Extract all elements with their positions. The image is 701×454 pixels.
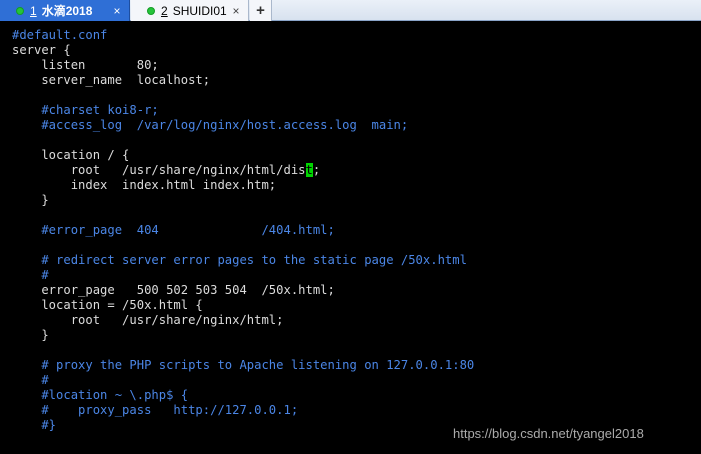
terminal-line: listen 80;: [12, 58, 701, 73]
tab-number: 1: [30, 3, 37, 18]
close-icon[interactable]: ×: [228, 4, 244, 18]
terminal-line: server {: [12, 43, 701, 58]
terminal-line-text: }: [12, 328, 49, 342]
terminal-line-text: # proxy the PHP scripts to Apache listen…: [12, 358, 475, 372]
terminal-line-text: server {: [12, 43, 71, 57]
terminal-line: location = /50x.html {: [12, 298, 701, 313]
terminal-line-text: #access_log /var/log/nginx/host.access.l…: [12, 118, 409, 132]
terminal-line-text: server_name localhost;: [12, 73, 211, 87]
terminal-line-text: location / {: [12, 148, 130, 162]
terminal-line-text: #location ~ \.php$ {: [12, 388, 189, 402]
connected-status-icon: [16, 6, 24, 15]
tab-bar: 1 水滴2018 × 2 SHUIDI01 × +: [0, 0, 701, 21]
terminal-line-text: index index.html index.htm;: [12, 178, 277, 192]
terminal-line: # proxy the PHP scripts to Apache listen…: [12, 358, 701, 373]
terminal-line: #charset koi8-r;: [12, 103, 701, 118]
tab-title: 水滴2018: [41, 4, 93, 18]
terminal-line-text: }: [12, 193, 49, 207]
terminal-line-text: root /usr/share/nginx/html;: [12, 313, 284, 327]
terminal-line-text: #: [12, 373, 49, 387]
terminal-line-text: location = /50x.html {: [12, 298, 203, 312]
tab-shuidi01[interactable]: 2 SHUIDI01 ×: [131, 0, 249, 21]
terminal-line: location / {: [12, 148, 701, 163]
terminal-line: error_page 500 502 503 504 /50x.html;: [12, 283, 701, 298]
terminal-output[interactable]: #default.conf server { listen 80; server_…: [0, 22, 701, 454]
terminal-line: }: [12, 328, 701, 343]
terminal-line: server_name localhost;: [12, 73, 701, 88]
tab-shuidi2018[interactable]: 1 水滴2018 ×: [0, 0, 130, 21]
terminal-line: # proxy_pass http://127.0.0.1;: [12, 403, 701, 418]
connected-status-icon: [147, 6, 155, 15]
terminal-line: #location ~ \.php$ {: [12, 388, 701, 403]
terminal-line-text: #error_page 404 /404.html;: [12, 223, 335, 237]
tab-title: SHUIDI01: [172, 3, 227, 18]
terminal-line: }: [12, 193, 701, 208]
terminal-line-text: #charset koi8-r;: [12, 103, 159, 117]
new-tab-button[interactable]: +: [250, 0, 272, 21]
close-icon[interactable]: ×: [109, 4, 125, 18]
terminal-line: #: [12, 268, 701, 283]
terminal-line-text: #: [12, 268, 49, 282]
terminal-line-text: listen 80;: [12, 58, 159, 72]
terminal-line: # redirect server error pages to the sta…: [12, 253, 701, 268]
terminal-line: #default.conf: [12, 28, 701, 43]
terminal-line-text: # redirect server error pages to the sta…: [12, 253, 467, 267]
terminal-line: #error_page 404 /404.html;: [12, 223, 701, 238]
terminal-line: root /usr/share/nginx/html;: [12, 313, 701, 328]
terminal-line-text: # proxy_pass http://127.0.0.1;: [12, 403, 299, 417]
tab-number: 2: [161, 3, 168, 18]
terminal-line-text: #default.conf: [12, 28, 108, 42]
terminal-line-text: root /usr/share/nginx/html/dis: [12, 163, 306, 177]
terminal-line-text: ;: [312, 163, 321, 177]
watermark: https://blog.csdn.net/tyangel2018: [453, 426, 644, 441]
terminal-line: index index.html index.htm;: [12, 178, 701, 193]
terminal-line-text: error_page 500 502 503 504 /50x.html;: [12, 283, 335, 297]
text-cursor: t: [305, 163, 313, 177]
terminal-line: #: [12, 373, 701, 388]
terminal-line: root /usr/share/nginx/html/dist;: [12, 163, 701, 178]
terminal-line-text: #}: [12, 418, 57, 432]
terminal-line: #access_log /var/log/nginx/host.access.l…: [12, 118, 701, 133]
